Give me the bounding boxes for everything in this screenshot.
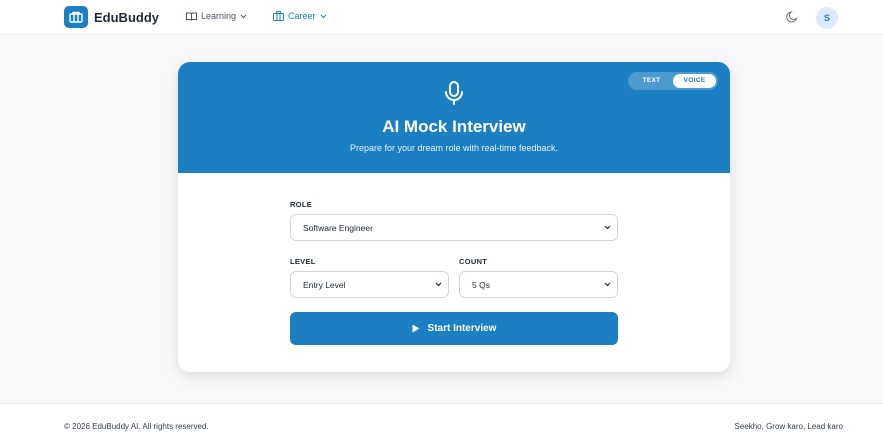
page-title: AI Mock Interview — [382, 117, 526, 136]
chevron-down-icon — [240, 14, 247, 18]
page-footer: © 2026 EduBuddy AI. All rights reserved.… — [0, 403, 883, 432]
role-label: ROLE — [290, 200, 313, 209]
mode-text-option[interactable]: TEXT — [630, 74, 673, 88]
role-select-value: Software Engineer — [303, 222, 373, 233]
nav-learning[interactable]: Learning — [186, 11, 247, 21]
nav-career-label: Career — [288, 11, 316, 21]
building-icon — [64, 6, 88, 28]
chevron-down-icon — [435, 282, 442, 287]
start-interview-label: Start Interview — [427, 323, 497, 334]
briefcase-icon — [273, 11, 284, 21]
chevron-down-icon — [604, 282, 611, 287]
start-interview-button[interactable]: Start Interview — [290, 312, 618, 345]
moon-icon — [786, 11, 798, 23]
theme-toggle-button[interactable] — [786, 10, 799, 28]
microphone-icon — [445, 81, 463, 105]
count-select-value: 5 Qs — [472, 279, 490, 290]
chevron-down-icon — [604, 225, 611, 230]
top-header: EduBuddy Learning Career S — [0, 0, 883, 35]
copyright-text: © 2026 EduBuddy AI. All rights reserved. — [64, 422, 209, 431]
nav-career[interactable]: Career — [273, 11, 327, 21]
count-label: COUNT — [459, 257, 488, 266]
chevron-down-icon — [320, 14, 326, 18]
card-header: TEXT VOICE AI Mock Interview Prepare for… — [178, 62, 730, 173]
mode-toggle[interactable]: TEXT VOICE — [628, 72, 718, 90]
mock-interview-card: TEXT VOICE AI Mock Interview Prepare for… — [178, 62, 730, 372]
level-label: LEVEL — [290, 257, 316, 266]
nav-learning-label: Learning — [201, 11, 237, 21]
book-open-icon — [186, 12, 197, 21]
play-icon — [412, 324, 420, 333]
role-select[interactable]: Software Engineer — [290, 214, 618, 241]
mode-voice-option[interactable]: VOICE — [673, 74, 716, 88]
brand-name: EduBuddy — [94, 9, 159, 25]
count-select[interactable]: 5 Qs — [459, 271, 618, 298]
user-avatar[interactable]: S — [816, 7, 838, 29]
brand-logo[interactable]: EduBuddy — [64, 6, 159, 28]
level-select-value: Entry Level — [303, 279, 346, 290]
page-subtitle: Prepare for your dream role with real-ti… — [349, 143, 559, 153]
level-select[interactable]: Entry Level — [290, 271, 449, 298]
footer-tagline: Seekho, Grow karo, Lead karo — [734, 422, 843, 431]
